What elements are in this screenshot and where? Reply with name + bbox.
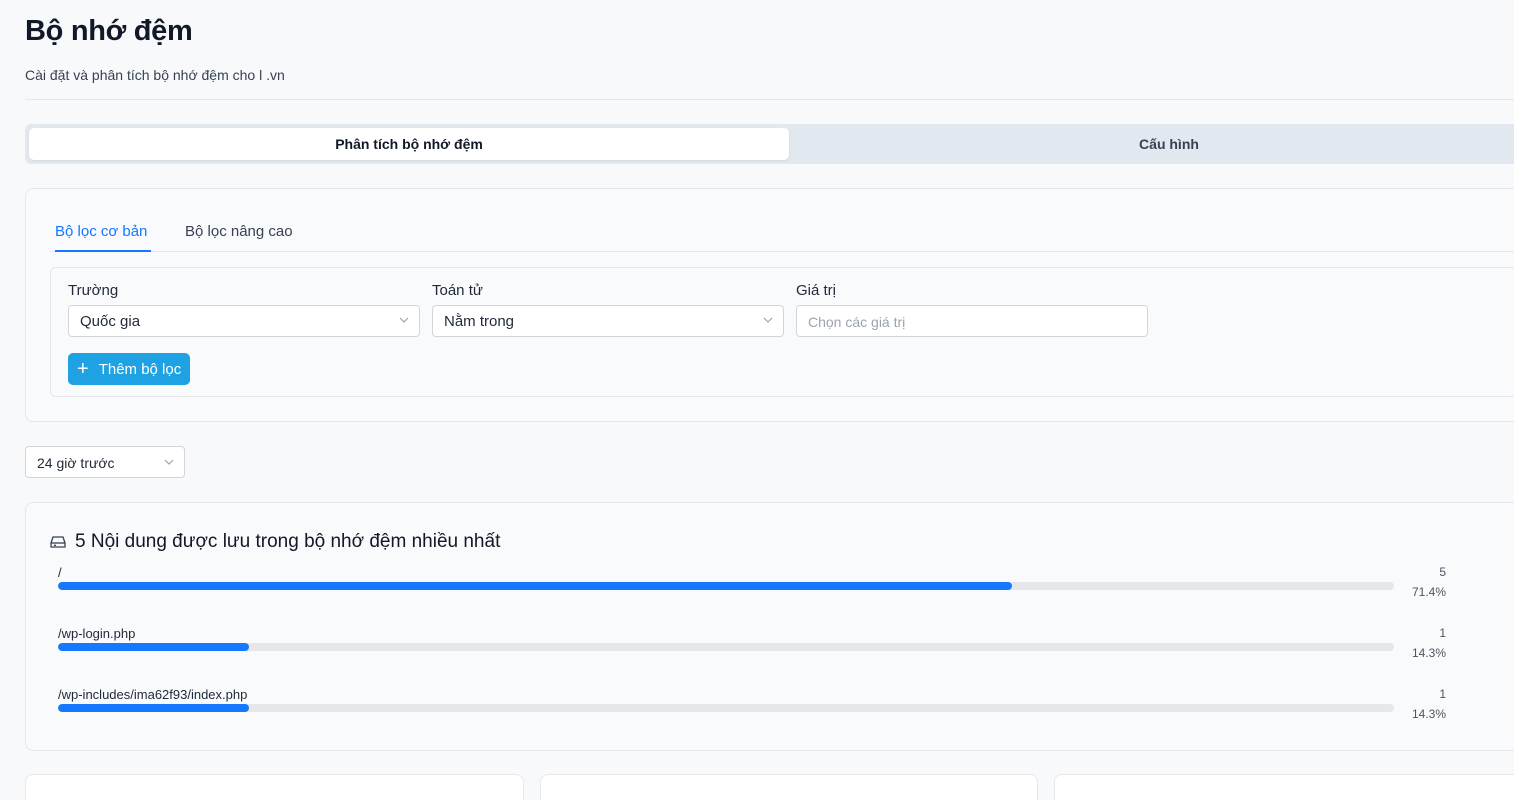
value-select-placeholder: Chọn các giá trị [808,314,906,330]
progress-track [58,643,1394,651]
chevron-down-icon [164,459,174,465]
top-cached-title-text: 5 Nội dung được lưu trong bộ nhớ đệm nhi… [75,531,501,552]
operator-label: Toán tử [432,282,483,299]
field-select-value: Quốc gia [80,313,141,330]
item-count: 1 [1439,687,1446,701]
filter-card: Bộ lọc cơ bản Bộ lọc nâng cao Trường Quố… [25,188,1514,422]
chevron-down-icon [763,317,773,323]
progress-fill [58,643,250,651]
item-path: /wp-login.php [58,626,136,641]
tab-advanced-filter[interactable]: Bộ lọc nâng cao [185,223,293,251]
chevron-down-icon [399,317,409,323]
tab-cache-analysis[interactable]: Phân tích bộ nhớ đệm [29,128,789,160]
item-percent: 71.4% [1411,585,1446,599]
filter-tabs: Bộ lọc cơ bản Bộ lọc nâng cao [50,219,1514,252]
page-title: Bộ nhớ đệm [25,15,193,47]
item-percent: 14.3% [1411,707,1446,721]
item-count: 1 [1439,626,1446,640]
hard-drive-icon [50,536,66,548]
filter-row: Trường Quốc gia Toán tử Nằm trong Giá tr… [50,267,1514,397]
list-item: / 5 71.4% [58,565,1446,605]
time-range-select[interactable]: 24 giờ trước [25,446,185,478]
time-range-value: 24 giờ trước [37,455,115,471]
page-subtitle: Cài đặt và phân tích bộ nhớ đệm cho l .v… [25,67,285,83]
stats-card [540,774,1038,800]
field-select[interactable]: Quốc gia [68,305,420,337]
segmented-tabs: Phân tích bộ nhớ đệm Cấu hình [25,124,1514,164]
value-select[interactable]: Chọn các giá trị [796,305,1148,337]
stats-card [25,774,524,800]
list-item: /wp-login.php 1 14.3% [58,626,1446,666]
add-filter-button[interactable]: + Thêm bộ lọc [68,353,190,385]
list-item: /wp-includes/ima62f93/index.php 1 14.3% [58,687,1446,727]
tab-basic-filter[interactable]: Bộ lọc cơ bản [55,223,152,252]
item-count: 5 [1439,565,1446,579]
operator-select[interactable]: Nằm trong [432,305,784,337]
item-path: /wp-includes/ima62f93/index.php [58,687,248,702]
tab-configuration[interactable]: Cấu hình [789,128,1514,160]
stats-card [1054,774,1514,800]
field-label: Trường [68,282,119,299]
progress-fill [58,704,250,712]
top-cached-title: 5 Nội dung được lưu trong bộ nhớ đệm nhi… [50,531,500,553]
progress-fill [58,582,1012,590]
item-path: / [58,565,62,580]
top-cached-card: 5 Nội dung được lưu trong bộ nhớ đệm nhi… [25,502,1514,751]
add-filter-label: Thêm bộ lọc [98,360,182,378]
value-label: Giá trị [796,282,837,299]
header-divider [25,99,1514,100]
progress-track [58,704,1394,712]
operator-select-value: Nằm trong [444,313,515,330]
plus-icon: + [77,358,89,380]
progress-track [58,582,1394,590]
item-percent: 14.3% [1411,646,1446,660]
